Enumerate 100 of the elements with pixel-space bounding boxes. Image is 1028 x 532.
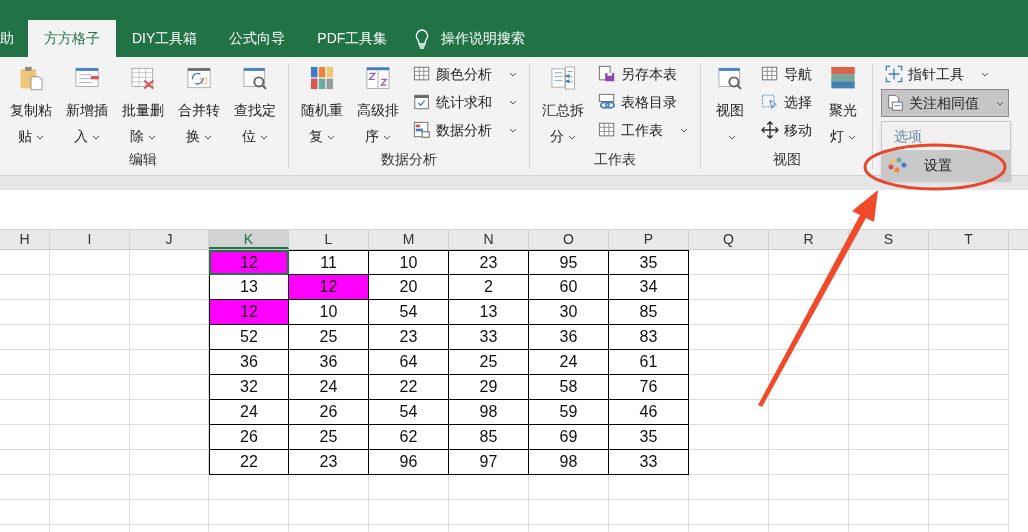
table-cell[interactable]: 22 xyxy=(369,375,449,400)
table-cell[interactable]: 36 xyxy=(209,350,289,375)
ribbon-tab[interactable]: 公式向导 xyxy=(213,20,302,57)
empty-cell[interactable] xyxy=(50,300,130,325)
table-cell[interactable]: 61 xyxy=(609,350,689,375)
table-cell[interactable]: 83 xyxy=(609,325,689,350)
empty-cell[interactable] xyxy=(0,350,50,375)
ribbon-button[interactable]: 颜色分析 xyxy=(409,60,521,88)
ribbon-button[interactable]: 导航 xyxy=(757,60,816,88)
table-cell[interactable]: 34 xyxy=(609,275,689,300)
ribbon-button[interactable]: 移动 xyxy=(757,116,816,144)
table-cell[interactable]: 58 xyxy=(529,375,609,400)
empty-cell[interactable] xyxy=(209,475,289,500)
ribbon-tab[interactable]: 方方格子 xyxy=(28,20,116,57)
table-cell[interactable]: 69 xyxy=(529,425,609,450)
ribbon-button[interactable]: 视图 xyxy=(707,57,753,149)
empty-cell[interactable] xyxy=(929,375,1009,400)
column-header[interactable]: P xyxy=(609,230,689,249)
ribbon-button[interactable]: 新增插入 xyxy=(60,57,114,149)
empty-cell[interactable] xyxy=(849,250,929,275)
empty-cell[interactable] xyxy=(0,450,50,475)
column-header[interactable]: L xyxy=(289,230,369,249)
table-cell[interactable]: 54 xyxy=(369,400,449,425)
empty-cell[interactable] xyxy=(849,400,929,425)
empty-cell[interactable] xyxy=(769,500,849,525)
table-cell[interactable]: 54 xyxy=(369,300,449,325)
table-cell[interactable]: 96 xyxy=(369,450,449,475)
table-cell[interactable]: 95 xyxy=(529,250,609,275)
column-header[interactable]: T xyxy=(929,230,1009,249)
table-cell[interactable]: 13 xyxy=(209,275,289,300)
table-cell[interactable]: 12 xyxy=(209,300,289,325)
ribbon-button[interactable]: 统计求和 xyxy=(409,88,521,116)
table-cell[interactable]: 25 xyxy=(289,425,369,450)
table-cell[interactable]: 33 xyxy=(449,325,529,350)
table-cell[interactable]: 35 xyxy=(609,250,689,275)
menu-item[interactable]: 设置 xyxy=(882,150,1010,180)
table-cell[interactable]: 23 xyxy=(369,325,449,350)
table-cell[interactable]: 32 xyxy=(209,375,289,400)
ribbon-button[interactable]: 表格目录 xyxy=(594,88,692,116)
empty-cell[interactable] xyxy=(449,475,529,500)
ribbon-button[interactable]: 指针工具 xyxy=(881,60,993,88)
empty-cell[interactable] xyxy=(769,450,849,475)
ribbon-button[interactable]: 随机重复 xyxy=(295,57,349,149)
table-cell[interactable]: 24 xyxy=(289,375,369,400)
empty-cell[interactable] xyxy=(50,275,130,300)
table-cell[interactable]: 85 xyxy=(449,425,529,450)
empty-cell[interactable] xyxy=(50,450,130,475)
table-cell[interactable]: 13 xyxy=(449,300,529,325)
ribbon-button[interactable]: 批量删除 xyxy=(116,57,170,149)
empty-cell[interactable] xyxy=(849,300,929,325)
empty-cell[interactable] xyxy=(849,500,929,525)
table-cell[interactable]: 76 xyxy=(609,375,689,400)
empty-cell[interactable] xyxy=(209,500,289,525)
column-header[interactable]: O xyxy=(529,230,609,249)
table-cell[interactable]: 24 xyxy=(209,400,289,425)
ribbon-tab[interactable]: DIY工具箱 xyxy=(116,20,214,57)
empty-cell[interactable] xyxy=(0,475,50,500)
column-header[interactable]: K xyxy=(209,230,289,249)
empty-cell[interactable] xyxy=(929,400,1009,425)
empty-cell[interactable] xyxy=(50,500,130,525)
empty-cell[interactable] xyxy=(849,375,929,400)
table-cell[interactable]: 30 xyxy=(529,300,609,325)
column-header[interactable]: Q xyxy=(689,230,769,249)
table-cell[interactable]: 12 xyxy=(289,275,369,300)
empty-cell[interactable] xyxy=(50,400,130,425)
empty-cell[interactable] xyxy=(929,450,1009,475)
column-header[interactable]: M xyxy=(369,230,449,249)
table-cell[interactable]: 25 xyxy=(289,325,369,350)
table-cell[interactable]: 26 xyxy=(209,425,289,450)
empty-cell[interactable] xyxy=(849,275,929,300)
table-cell[interactable]: 2 xyxy=(449,275,529,300)
empty-cell[interactable] xyxy=(929,425,1009,450)
empty-cell[interactable] xyxy=(929,300,1009,325)
empty-cell[interactable] xyxy=(929,325,1009,350)
empty-cell[interactable] xyxy=(50,350,130,375)
ribbon-button[interactable]: 查找定位 xyxy=(228,57,282,149)
empty-cell[interactable] xyxy=(0,425,50,450)
ribbon-button[interactable]: 工作表 xyxy=(594,116,692,144)
tell-me-search[interactable]: 操作说明搜索 xyxy=(441,20,526,57)
empty-cell[interactable] xyxy=(929,250,1009,275)
column-header[interactable]: H xyxy=(0,230,50,249)
ribbon-button[interactable]: 复制粘贴 xyxy=(4,57,58,149)
table-cell[interactable]: 85 xyxy=(609,300,689,325)
empty-cell[interactable] xyxy=(689,475,769,500)
empty-cell[interactable] xyxy=(849,425,929,450)
table-cell[interactable]: 20 xyxy=(369,275,449,300)
table-cell[interactable]: 46 xyxy=(609,400,689,425)
ribbon-button[interactable]: 汇总拆分 xyxy=(536,57,590,149)
table-cell[interactable]: 59 xyxy=(529,400,609,425)
empty-cell[interactable] xyxy=(849,475,929,500)
empty-cell[interactable] xyxy=(689,500,769,525)
empty-cell[interactable] xyxy=(0,400,50,425)
ribbon-button[interactable]: 另存本表 xyxy=(594,60,692,88)
table-cell[interactable]: 29 xyxy=(449,375,529,400)
empty-cell[interactable] xyxy=(529,475,609,500)
empty-cell[interactable] xyxy=(769,425,849,450)
ribbon-tab[interactable]: 助 xyxy=(0,20,28,57)
empty-cell[interactable] xyxy=(0,375,50,400)
column-header[interactable]: I xyxy=(50,230,130,249)
ribbon-button[interactable]: 关注相同值 xyxy=(881,89,1009,117)
